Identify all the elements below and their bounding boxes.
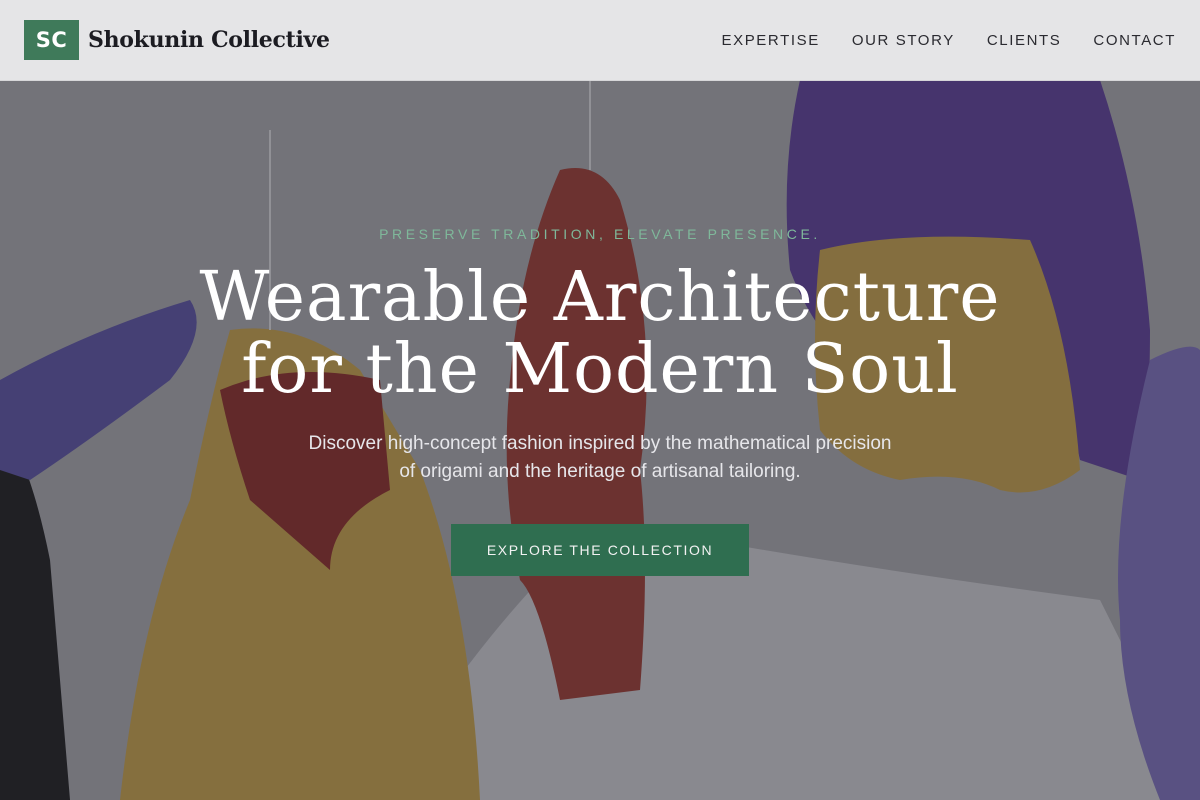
hero-headline-line-1: Wearable Architecture	[199, 258, 1001, 337]
hero-subline: Discover high-concept fashion inspired b…	[240, 430, 960, 486]
hero-headline-line-2: for the Modern Soul	[241, 330, 959, 409]
hero-headline: Wearable Architecture for the Modern Sou…	[150, 262, 1050, 406]
hero-section: PRESERVE TRADITION, ELEVATE PRESENCE. We…	[0, 0, 1200, 800]
hero-eyebrow: PRESERVE TRADITION, ELEVATE PRESENCE.	[379, 226, 821, 242]
hero-subline-line-2: of origami and the heritage of artisanal…	[399, 461, 801, 482]
explore-collection-button[interactable]: EXPLORE THE COLLECTION	[451, 524, 749, 576]
hero-subline-line-1: Discover high-concept fashion inspired b…	[308, 433, 892, 454]
